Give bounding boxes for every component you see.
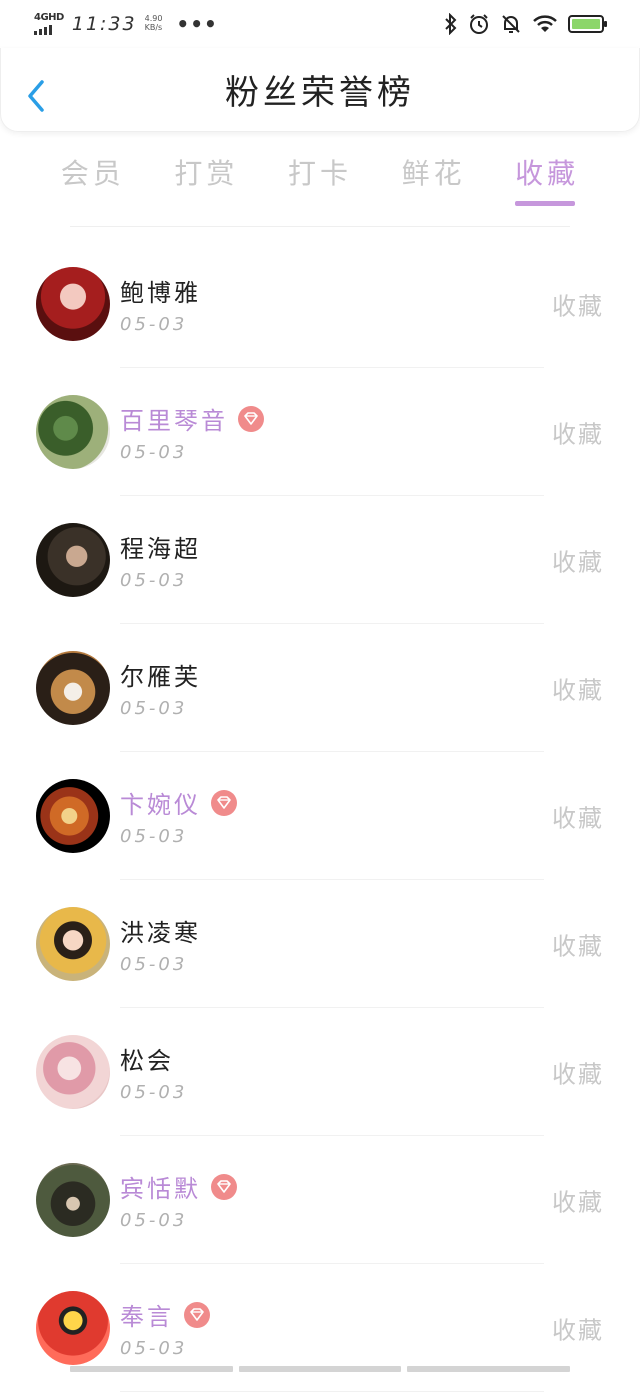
diamond-icon — [211, 790, 237, 816]
fan-row[interactable]: 程海超 05-03 收藏 — [0, 496, 640, 624]
fan-name: 鲍博雅 — [120, 273, 201, 308]
favorite-label: 收藏 — [552, 543, 604, 578]
fan-row[interactable]: 卞婉仪 05-03 收藏 — [0, 752, 640, 880]
back-button[interactable] — [23, 78, 49, 114]
fan-row[interactable]: 尔雁芙 05-03 收藏 — [0, 624, 640, 752]
name-line: 洪凌寒 — [120, 914, 201, 948]
more-icon: ••• — [176, 12, 217, 36]
fan-name: 松会 — [120, 1041, 174, 1076]
fan-date: 05-03 — [120, 954, 201, 975]
favorite-label: 收藏 — [552, 287, 604, 322]
name-line: 鲍博雅 — [120, 274, 201, 308]
fan-date: 05-03 — [120, 1338, 210, 1359]
battery-icon — [568, 15, 604, 33]
bluetooth-icon — [444, 13, 458, 35]
fan-info: 松会 05-03 — [120, 1042, 187, 1103]
status-bar: 4GHD 11:33 4.90 KB/s ••• — [0, 0, 640, 48]
tab-label: 打赏 — [174, 152, 238, 192]
avatar[interactable] — [36, 267, 110, 341]
page-title: 粉丝荣誉榜 — [225, 65, 415, 114]
wifi-icon — [532, 14, 558, 34]
diamond-icon — [211, 1174, 237, 1200]
fan-date: 05-03 — [120, 1082, 187, 1103]
name-line: 宾恬默 — [120, 1170, 237, 1204]
diamond-icon — [184, 1302, 210, 1328]
back-arrow-icon — [26, 79, 46, 113]
name-line: 松会 — [120, 1042, 187, 1076]
fan-name: 洪凌寒 — [120, 913, 201, 948]
fan-info: 尔雁芙 05-03 — [120, 658, 201, 719]
favorite-label: 收藏 — [552, 415, 604, 450]
fan-date: 05-03 — [120, 570, 201, 591]
fan-name: 宾恬默 — [120, 1169, 201, 1204]
fan-info: 奉言 05-03 — [120, 1298, 210, 1359]
fan-row[interactable]: 百里琴音 05-03 收藏 — [0, 368, 640, 496]
name-line: 百里琴音 — [120, 402, 264, 436]
fan-info: 百里琴音 05-03 — [120, 402, 264, 463]
fan-date: 05-03 — [120, 442, 264, 463]
scroll-indicator — [70, 1366, 570, 1372]
favorite-label: 收藏 — [552, 1055, 604, 1090]
fan-info: 洪凌寒 05-03 — [120, 914, 201, 975]
network-indicator: 4GHD — [34, 13, 64, 35]
fan-date: 05-03 — [120, 826, 237, 847]
fan-row[interactable]: 奉言 05-03 收藏 — [0, 1264, 640, 1392]
fan-name: 尔雁芙 — [120, 657, 201, 692]
favorite-label: 收藏 — [552, 671, 604, 706]
tab-bar: 会员 打赏 打卡 鲜花 收藏 — [0, 140, 640, 206]
signal-icon — [34, 25, 64, 35]
name-line: 卞婉仪 — [120, 786, 237, 820]
header-bar: 粉丝荣誉榜 — [0, 48, 640, 132]
clock: 11:33 — [72, 13, 137, 35]
tab-label: 打卡 — [288, 152, 352, 192]
name-line: 奉言 — [120, 1298, 210, 1332]
avatar[interactable] — [36, 1035, 110, 1109]
fan-name: 奉言 — [120, 1297, 174, 1332]
fan-name: 百里琴音 — [120, 401, 228, 436]
fan-info: 程海超 05-03 — [120, 530, 201, 591]
network-label: 4GHD — [34, 13, 64, 23]
alarm-icon — [468, 13, 490, 35]
speed-unit: KB/s — [145, 24, 163, 33]
tab-favorites[interactable]: 收藏 — [515, 140, 579, 206]
fan-list: 鲍博雅05-03收藏百里琴音05-03收藏程海超05-03收藏尔雁芙05-03收… — [0, 240, 640, 1392]
fan-info: 卞婉仪 05-03 — [120, 786, 237, 847]
tab-tips[interactable]: 打赏 — [174, 140, 238, 206]
fan-row[interactable]: 宾恬默 05-03 收藏 — [0, 1136, 640, 1264]
avatar[interactable] — [36, 1291, 110, 1365]
avatar[interactable] — [36, 1163, 110, 1237]
divider — [70, 226, 570, 227]
tab-label: 收藏 — [515, 152, 579, 192]
tab-flowers[interactable]: 鲜花 — [402, 140, 466, 206]
favorite-label: 收藏 — [552, 799, 604, 834]
favorite-label: 收藏 — [552, 1311, 604, 1346]
fan-info: 宾恬默 05-03 — [120, 1170, 237, 1231]
favorite-label: 收藏 — [552, 927, 604, 962]
fan-date: 05-03 — [120, 314, 201, 335]
mute-bell-icon — [500, 13, 522, 35]
avatar[interactable] — [36, 523, 110, 597]
avatar[interactable] — [36, 779, 110, 853]
avatar[interactable] — [36, 651, 110, 725]
fan-row[interactable]: 洪凌寒 05-03 收藏 — [0, 880, 640, 1008]
fan-name: 卞婉仪 — [120, 785, 201, 820]
tab-label: 会员 — [61, 152, 125, 192]
avatar[interactable] — [36, 907, 110, 981]
name-line: 尔雁芙 — [120, 658, 201, 692]
fan-date: 05-03 — [120, 698, 201, 719]
tab-membership[interactable]: 会员 — [61, 140, 125, 206]
fan-info: 鲍博雅 05-03 — [120, 274, 201, 335]
fan-name: 程海超 — [120, 529, 201, 564]
fan-date: 05-03 — [120, 1210, 237, 1231]
avatar[interactable] — [36, 395, 110, 469]
diamond-icon — [238, 406, 264, 432]
favorite-label: 收藏 — [552, 1183, 604, 1218]
tab-label: 鲜花 — [402, 152, 466, 192]
fan-row[interactable]: 松会 05-03 收藏 — [0, 1008, 640, 1136]
name-line: 程海超 — [120, 530, 201, 564]
tab-checkin[interactable]: 打卡 — [288, 140, 352, 206]
fan-row[interactable]: 鲍博雅 05-03 收藏 — [0, 240, 640, 368]
network-speed: 4.90 KB/s — [145, 15, 163, 33]
